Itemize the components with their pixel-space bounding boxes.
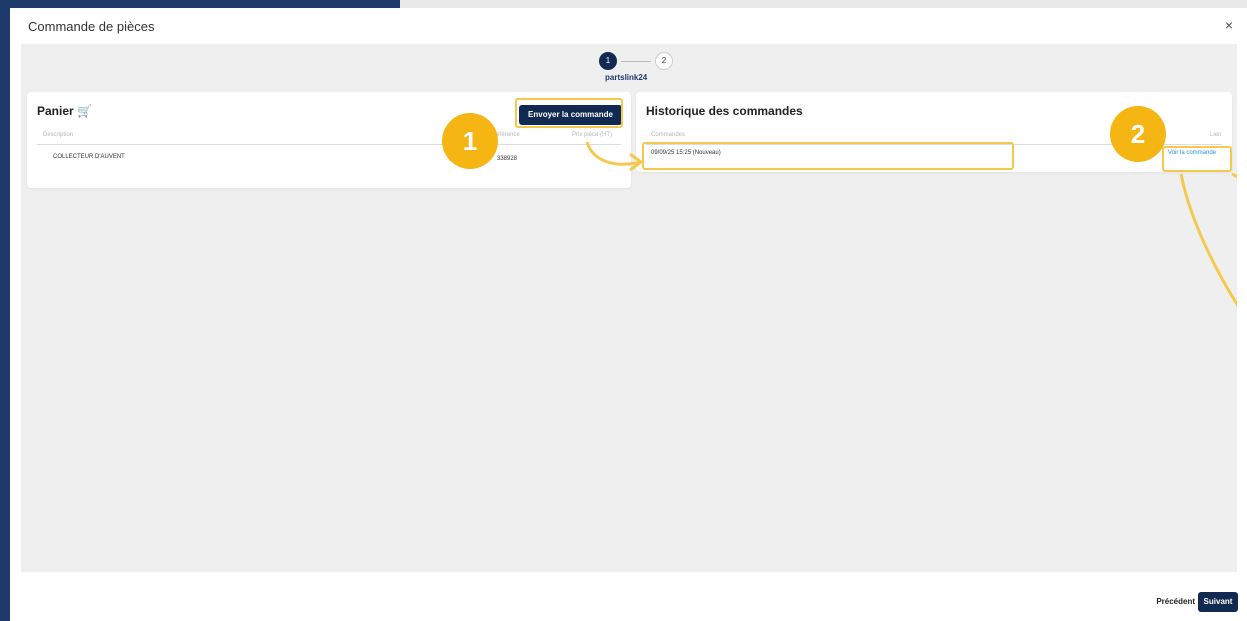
previous-button[interactable]: Précédent <box>1156 597 1195 606</box>
modal-footer: Précédent Suivant <box>10 572 1247 621</box>
callout-arrows <box>585 141 1237 307</box>
order-parts-modal: Commande de pièces × 1 2 partslink24 Pan… <box>10 8 1247 621</box>
modal-title: Commande de pièces <box>28 19 155 34</box>
modal-body: 1 2 partslink24 Panier 🛒 Envoyer la comm… <box>21 44 1237 572</box>
modal-header: Commande de pièces × <box>10 8 1247 44</box>
next-button[interactable]: Suivant <box>1198 592 1238 612</box>
arrow-from-view-order-2 <box>1231 172 1237 179</box>
arrow-to-history <box>585 141 642 166</box>
arrow-from-view-order <box>1179 173 1237 307</box>
close-icon[interactable]: × <box>1225 17 1233 33</box>
